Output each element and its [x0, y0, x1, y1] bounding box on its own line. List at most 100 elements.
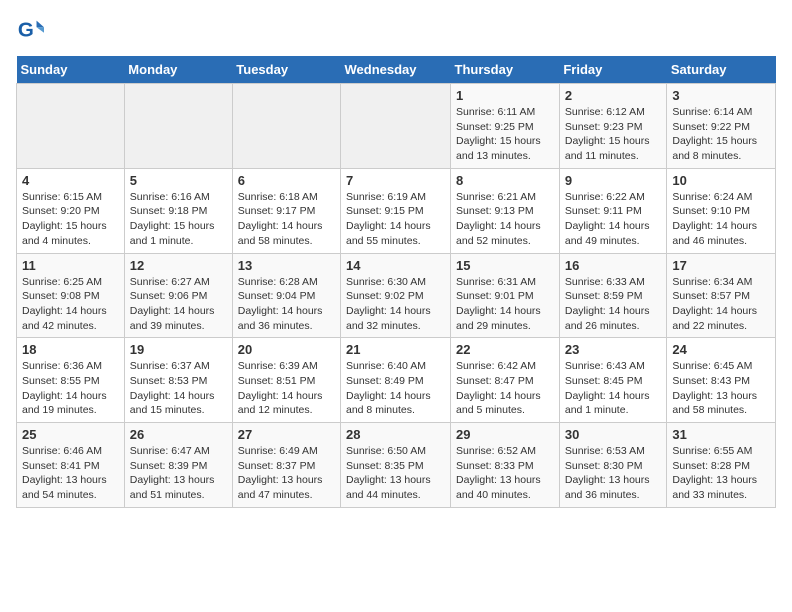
day-info: Sunrise: 6:19 AM Sunset: 9:15 PM Dayligh…	[346, 190, 445, 249]
weekday-sunday: Sunday	[17, 56, 125, 84]
day-info: Sunrise: 6:33 AM Sunset: 8:59 PM Dayligh…	[565, 275, 662, 334]
day-cell	[341, 84, 451, 169]
week-row-2: 4 Sunrise: 6:15 AM Sunset: 9:20 PM Daylig…	[17, 168, 776, 253]
day-cell: 22 Sunrise: 6:42 AM Sunset: 8:47 PM Dayli…	[451, 338, 560, 423]
day-cell: 29 Sunrise: 6:52 AM Sunset: 8:33 PM Dayli…	[451, 423, 560, 508]
day-info: Sunrise: 6:50 AM Sunset: 8:35 PM Dayligh…	[346, 444, 445, 503]
calendar-table: SundayMondayTuesdayWednesdayThursdayFrid…	[16, 56, 776, 508]
day-info: Sunrise: 6:53 AM Sunset: 8:30 PM Dayligh…	[565, 444, 662, 503]
day-cell: 2 Sunrise: 6:12 AM Sunset: 9:23 PM Daylig…	[559, 84, 667, 169]
day-cell: 1Sunrise: 6:11 AM Sunset: 9:25 PM Daylig…	[451, 84, 560, 169]
day-info: Sunrise: 6:25 AM Sunset: 9:08 PM Dayligh…	[22, 275, 119, 334]
day-info: Sunrise: 6:28 AM Sunset: 9:04 PM Dayligh…	[238, 275, 335, 334]
day-number: 30	[565, 427, 662, 442]
weekday-friday: Friday	[559, 56, 667, 84]
day-cell: 8 Sunrise: 6:21 AM Sunset: 9:13 PM Daylig…	[451, 168, 560, 253]
day-number: 15	[456, 258, 554, 273]
day-info: Sunrise: 6:45 AM Sunset: 8:43 PM Dayligh…	[672, 359, 770, 418]
day-cell: 25 Sunrise: 6:46 AM Sunset: 8:41 PM Dayli…	[17, 423, 125, 508]
day-number: 31	[672, 427, 770, 442]
day-info: Sunrise: 6:27 AM Sunset: 9:06 PM Dayligh…	[130, 275, 227, 334]
day-number: 26	[130, 427, 227, 442]
day-number: 18	[22, 342, 119, 357]
week-row-5: 25 Sunrise: 6:46 AM Sunset: 8:41 PM Dayli…	[17, 423, 776, 508]
page-header: G	[16, 16, 776, 44]
day-cell: 11Sunrise: 6:25 AM Sunset: 9:08 PM Dayli…	[17, 253, 125, 338]
day-cell: 3 Sunrise: 6:14 AM Sunset: 9:22 PM Daylig…	[667, 84, 776, 169]
day-cell: 23 Sunrise: 6:43 AM Sunset: 8:45 PM Dayli…	[559, 338, 667, 423]
day-info: Sunrise: 6:11 AM Sunset: 9:25 PM Dayligh…	[456, 105, 554, 164]
day-info: Sunrise: 6:24 AM Sunset: 9:10 PM Dayligh…	[672, 190, 770, 249]
day-number: 7	[346, 173, 445, 188]
day-info: Sunrise: 6:12 AM Sunset: 9:23 PM Dayligh…	[565, 105, 662, 164]
day-number: 29	[456, 427, 554, 442]
day-cell: 7 Sunrise: 6:19 AM Sunset: 9:15 PM Daylig…	[341, 168, 451, 253]
day-number: 10	[672, 173, 770, 188]
day-cell: 5 Sunrise: 6:16 AM Sunset: 9:18 PM Daylig…	[124, 168, 232, 253]
day-info: Sunrise: 6:46 AM Sunset: 8:41 PM Dayligh…	[22, 444, 119, 503]
svg-text:G: G	[18, 19, 34, 42]
day-cell: 27Sunrise: 6:49 AM Sunset: 8:37 PM Dayli…	[232, 423, 340, 508]
day-number: 3	[672, 88, 770, 103]
day-cell: 14Sunrise: 6:30 AM Sunset: 9:02 PM Dayli…	[341, 253, 451, 338]
day-cell: 9Sunrise: 6:22 AM Sunset: 9:11 PM Daylig…	[559, 168, 667, 253]
day-cell: 17 Sunrise: 6:34 AM Sunset: 8:57 PM Dayli…	[667, 253, 776, 338]
weekday-header-row: SundayMondayTuesdayWednesdayThursdayFrid…	[17, 56, 776, 84]
day-info: Sunrise: 6:31 AM Sunset: 9:01 PM Dayligh…	[456, 275, 554, 334]
logo: G	[16, 16, 48, 44]
day-info: Sunrise: 6:22 AM Sunset: 9:11 PM Dayligh…	[565, 190, 662, 249]
day-cell: 13 Sunrise: 6:28 AM Sunset: 9:04 PM Dayli…	[232, 253, 340, 338]
day-number: 25	[22, 427, 119, 442]
week-row-4: 18 Sunrise: 6:36 AM Sunset: 8:55 PM Dayli…	[17, 338, 776, 423]
day-cell: 28Sunrise: 6:50 AM Sunset: 8:35 PM Dayli…	[341, 423, 451, 508]
day-cell: 15 Sunrise: 6:31 AM Sunset: 9:01 PM Dayli…	[451, 253, 560, 338]
day-cell: 24 Sunrise: 6:45 AM Sunset: 8:43 PM Dayli…	[667, 338, 776, 423]
day-info: Sunrise: 6:21 AM Sunset: 9:13 PM Dayligh…	[456, 190, 554, 249]
day-cell	[124, 84, 232, 169]
day-info: Sunrise: 6:14 AM Sunset: 9:22 PM Dayligh…	[672, 105, 770, 164]
day-info: Sunrise: 6:43 AM Sunset: 8:45 PM Dayligh…	[565, 359, 662, 418]
day-info: Sunrise: 6:16 AM Sunset: 9:18 PM Dayligh…	[130, 190, 227, 249]
day-cell: 31Sunrise: 6:55 AM Sunset: 8:28 PM Dayli…	[667, 423, 776, 508]
day-info: Sunrise: 6:42 AM Sunset: 8:47 PM Dayligh…	[456, 359, 554, 418]
day-number: 12	[130, 258, 227, 273]
day-cell: 18 Sunrise: 6:36 AM Sunset: 8:55 PM Dayli…	[17, 338, 125, 423]
day-number: 13	[238, 258, 335, 273]
day-info: Sunrise: 6:39 AM Sunset: 8:51 PM Dayligh…	[238, 359, 335, 418]
day-info: Sunrise: 6:52 AM Sunset: 8:33 PM Dayligh…	[456, 444, 554, 503]
day-cell: 19 Sunrise: 6:37 AM Sunset: 8:53 PM Dayli…	[124, 338, 232, 423]
day-number: 4	[22, 173, 119, 188]
weekday-monday: Monday	[124, 56, 232, 84]
day-cell: 10 Sunrise: 6:24 AM Sunset: 9:10 PM Dayli…	[667, 168, 776, 253]
day-info: Sunrise: 6:37 AM Sunset: 8:53 PM Dayligh…	[130, 359, 227, 418]
day-info: Sunrise: 6:15 AM Sunset: 9:20 PM Dayligh…	[22, 190, 119, 249]
day-info: Sunrise: 6:36 AM Sunset: 8:55 PM Dayligh…	[22, 359, 119, 418]
day-number: 14	[346, 258, 445, 273]
day-number: 23	[565, 342, 662, 357]
day-cell: 4 Sunrise: 6:15 AM Sunset: 9:20 PM Daylig…	[17, 168, 125, 253]
day-number: 22	[456, 342, 554, 357]
weekday-saturday: Saturday	[667, 56, 776, 84]
day-cell: 16 Sunrise: 6:33 AM Sunset: 8:59 PM Dayli…	[559, 253, 667, 338]
day-cell	[17, 84, 125, 169]
day-number: 21	[346, 342, 445, 357]
day-number: 17	[672, 258, 770, 273]
day-cell: 20 Sunrise: 6:39 AM Sunset: 8:51 PM Dayli…	[232, 338, 340, 423]
day-number: 8	[456, 173, 554, 188]
day-cell: 6 Sunrise: 6:18 AM Sunset: 9:17 PM Daylig…	[232, 168, 340, 253]
day-cell: 21Sunrise: 6:40 AM Sunset: 8:49 PM Dayli…	[341, 338, 451, 423]
day-number: 24	[672, 342, 770, 357]
day-number: 2	[565, 88, 662, 103]
day-cell: 26Sunrise: 6:47 AM Sunset: 8:39 PM Dayli…	[124, 423, 232, 508]
weekday-tuesday: Tuesday	[232, 56, 340, 84]
day-number: 5	[130, 173, 227, 188]
day-info: Sunrise: 6:18 AM Sunset: 9:17 PM Dayligh…	[238, 190, 335, 249]
weekday-thursday: Thursday	[451, 56, 560, 84]
weekday-wednesday: Wednesday	[341, 56, 451, 84]
day-number: 6	[238, 173, 335, 188]
day-number: 19	[130, 342, 227, 357]
day-number: 20	[238, 342, 335, 357]
day-info: Sunrise: 6:34 AM Sunset: 8:57 PM Dayligh…	[672, 275, 770, 334]
week-row-1: 1Sunrise: 6:11 AM Sunset: 9:25 PM Daylig…	[17, 84, 776, 169]
day-number: 16	[565, 258, 662, 273]
